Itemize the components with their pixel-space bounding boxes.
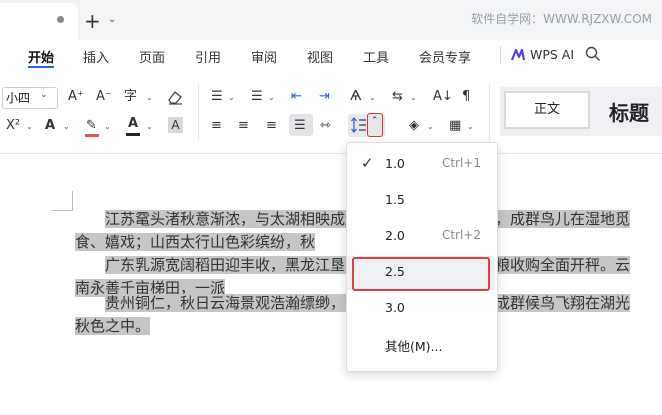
chevron-down-icon[interactable]: ⌄: [228, 90, 235, 106]
border-icon[interactable]: ▦: [449, 118, 461, 134]
tab-review[interactable]: 审阅: [251, 47, 277, 66]
option-label: 1.0: [385, 156, 405, 171]
eraser-icon[interactable]: [166, 89, 184, 105]
show-marks-icon[interactable]: ¶: [462, 89, 470, 105]
chevron-down-icon[interactable]: ⌄: [467, 119, 474, 135]
align-left-icon[interactable]: ≡: [211, 118, 222, 134]
highlight-icon[interactable]: ✎: [86, 118, 97, 134]
line-spacing-option-other[interactable]: 其他(M)...: [347, 328, 495, 362]
margin-corner-mark: [72, 191, 73, 211]
option-shortcut: Ctrl+1: [441, 156, 481, 170]
chevron-down-icon[interactable]: ⌄: [63, 119, 70, 135]
option-label: 1.5: [385, 192, 405, 207]
text-effect-icon[interactable]: A: [45, 118, 55, 134]
active-tab-indicator: [28, 66, 54, 68]
font-color-swatch: [126, 133, 140, 136]
chevron-down-icon[interactable]: ⌄: [108, 14, 116, 25]
chevron-up-icon: ⌃: [371, 116, 379, 126]
new-tab-icon[interactable]: +: [84, 9, 101, 33]
tab-page[interactable]: 页面: [139, 47, 165, 66]
watermark: 软件自学网：WWW.RJZXW.COM: [471, 12, 652, 26]
bullets-icon[interactable]: ☰: [211, 89, 223, 105]
tab-member[interactable]: 会员专享: [419, 47, 471, 66]
justify-icon: ☰: [294, 118, 306, 133]
document-tab[interactable]: [0, 3, 78, 40]
chevron-down-icon[interactable]: ⌄: [40, 90, 48, 100]
chevron-down-icon[interactable]: ⌄: [146, 90, 153, 106]
text-direction-icon[interactable]: ⇆: [392, 89, 403, 105]
tab-tools[interactable]: 工具: [363, 47, 389, 66]
shrink-font-icon[interactable]: A⁻: [96, 89, 112, 105]
checkmark-icon: ✓: [361, 154, 374, 172]
char-shading-icon[interactable]: A: [168, 117, 183, 133]
line-spacing-option-2-0[interactable]: 2.0 Ctrl+2: [347, 220, 495, 254]
chevron-down-icon[interactable]: ⌄: [268, 90, 275, 106]
chinese-layout-icon[interactable]: Ѧ: [350, 89, 361, 105]
superscript-icon[interactable]: X²: [6, 118, 20, 134]
font-size-value: 小四: [6, 91, 31, 105]
tab-home[interactable]: 开始: [28, 47, 54, 66]
font-color-icon[interactable]: A: [128, 116, 138, 132]
line-spacing-option-1-0[interactable]: ✓ 1.0 Ctrl+1: [347, 148, 495, 182]
tab-insert[interactable]: 插入: [83, 47, 109, 66]
option-label: 3.0: [385, 300, 405, 315]
style-heading[interactable]: 标题: [609, 97, 649, 126]
option-label: 其他(M)...: [385, 339, 443, 354]
chevron-down-icon[interactable]: ⌄: [26, 119, 33, 135]
tab-references[interactable]: 引用: [195, 47, 221, 66]
margin-corner-mark: [52, 210, 73, 211]
align-center-icon[interactable]: ≡: [238, 118, 249, 134]
highlight-color-swatch: [85, 134, 99, 137]
style-normal[interactable]: 正文: [504, 91, 590, 129]
group-divider: [198, 84, 199, 140]
group-divider: [489, 84, 490, 140]
chevron-down-icon[interactable]: ⌄: [427, 119, 434, 135]
chevron-down-icon[interactable]: ⌄: [369, 90, 376, 106]
option-label: 2.0: [385, 228, 405, 243]
line-spacing-option-3-0[interactable]: 3.0: [347, 292, 495, 326]
chevron-down-icon[interactable]: ⌄: [410, 90, 417, 106]
wps-ai-button[interactable]: WPS AI: [530, 47, 574, 62]
increase-indent-icon[interactable]: ⇥: [319, 89, 330, 105]
line-spacing-option-1-5[interactable]: 1.5: [347, 184, 495, 218]
sort-icon[interactable]: A↓: [433, 89, 453, 105]
search-icon[interactable]: [585, 46, 601, 62]
phonetic-icon[interactable]: 字: [124, 89, 137, 105]
unsaved-dot-icon[interactable]: [57, 16, 64, 23]
menu-divider: [500, 46, 501, 64]
grow-font-icon[interactable]: A⁺: [68, 89, 84, 105]
chevron-down-icon[interactable]: ⌄: [104, 119, 111, 135]
chevron-down-icon[interactable]: ⌄: [146, 119, 153, 135]
decrease-indent-icon[interactable]: ⇤: [291, 89, 302, 105]
line-spacing-icon: [351, 116, 366, 134]
tab-view[interactable]: 视图: [307, 47, 333, 66]
selected-option-highlight: [352, 257, 490, 291]
option-shortcut: Ctrl+2: [441, 228, 481, 242]
numbering-icon[interactable]: ☰: [251, 89, 263, 105]
shading-icon[interactable]: ◈: [409, 118, 419, 134]
wps-ai-logo-icon[interactable]: [511, 48, 525, 62]
align-right-icon[interactable]: ≡: [266, 118, 277, 134]
distributed-icon[interactable]: ⇿: [320, 118, 331, 134]
